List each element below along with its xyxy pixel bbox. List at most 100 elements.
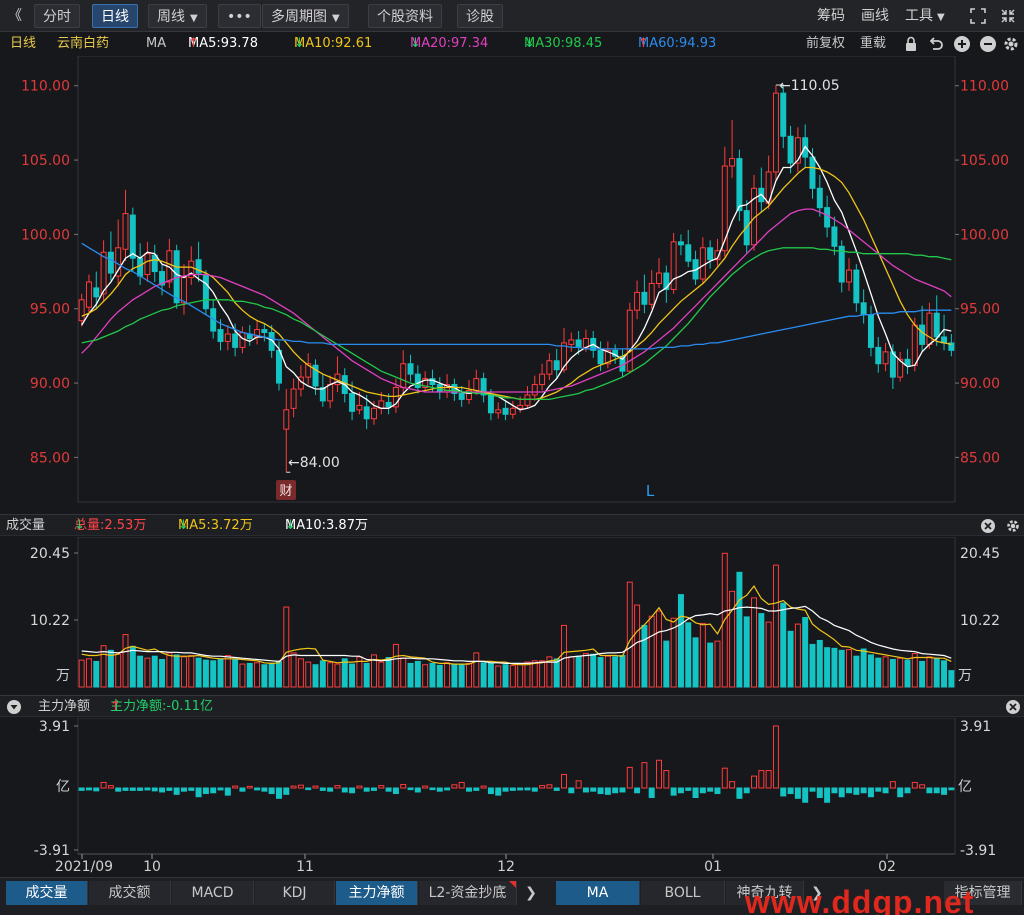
chip-distribution-button[interactable]: 筹码: [817, 4, 845, 28]
volume-bar-up: [166, 652, 173, 688]
more-periods-button[interactable]: •••: [218, 4, 261, 28]
tab-volume[interactable]: 成交量: [6, 881, 88, 905]
collapse-panel-icon[interactable]: [6, 699, 22, 715]
volume-bar-up: [78, 659, 85, 688]
draw-line-button[interactable]: 画线: [861, 4, 889, 28]
candle-up: [327, 384, 334, 402]
tab-macd[interactable]: MACD: [172, 881, 254, 905]
tab-magic-nine[interactable]: 神奇九转: [726, 881, 804, 905]
zoom-in-icon[interactable]: [953, 35, 971, 53]
volume-bar-up: [297, 658, 304, 688]
date-tick-label: 12: [497, 859, 515, 875]
flow-bar-negative: [195, 787, 202, 798]
candle-up: [78, 299, 85, 322]
next-main-tabs-button[interactable]: ❯: [806, 881, 828, 905]
volume-bar-down: [414, 660, 421, 688]
ma-lines: [81, 84, 952, 473]
volume-bar-down: [838, 649, 845, 688]
price-tick-label-left: 90.00: [30, 376, 70, 392]
zoom-out-icon[interactable]: [979, 35, 997, 53]
flow-bar-negative: [385, 787, 392, 792]
flow-tick-label-right: 3.91: [960, 719, 991, 735]
tab-fenshi[interactable]: 分时: [34, 4, 80, 28]
shrink-icon[interactable]: [998, 6, 1018, 26]
candle-up: [290, 388, 297, 409]
price-tick-label-right: 90.00: [960, 376, 1000, 392]
volume-bar-up: [634, 604, 641, 688]
main-capital-flow-chart[interactable]: 3.91 3.91 -3.91 -3.91 亿 亿 2021/09 10 11 12 01 02: [0, 718, 1024, 876]
volume-bar-down: [502, 664, 509, 688]
flow-bar-negative: [634, 787, 641, 794]
volume-chart[interactable]: 20.45 20.45 10.22 10.22 万 万: [0, 537, 1024, 694]
l-marker[interactable]: L: [646, 482, 655, 500]
indicator-name[interactable]: MA: [146, 33, 166, 55]
tab-main-net-flow[interactable]: 主力净额: [336, 881, 418, 905]
chevron-down-icon: ▼: [190, 13, 198, 24]
forward-adjust-button[interactable]: 前复权: [806, 33, 845, 55]
volume-bar-down: [407, 662, 414, 688]
flow-bar-negative: [436, 787, 443, 792]
candle-down: [853, 269, 860, 304]
volume-bar-down: [275, 660, 282, 688]
price-kline-chart[interactable]: 110.00 110.00 105.00 105.00 100.00 100.00 95.0…: [0, 56, 1024, 506]
reload-button[interactable]: 重载: [860, 33, 886, 55]
candle-down: [780, 92, 787, 137]
undo-icon[interactable]: [927, 35, 945, 53]
candle-down: [349, 392, 356, 412]
volume-ma5-text: MA5:3.72万: [178, 518, 253, 533]
tab-l2-bottom-fishing[interactable]: L2-资金抄底: [419, 881, 517, 905]
flow-bar-negative: [612, 787, 619, 794]
tab-ma[interactable]: MA: [556, 881, 640, 905]
volume-bar-down: [736, 571, 743, 688]
volume-bar-up: [699, 622, 706, 688]
flow-bar-negative: [173, 787, 180, 795]
settings-icon[interactable]: [1005, 518, 1021, 534]
indicator-manage-button[interactable]: 指标管理: [944, 881, 1022, 905]
close-icon[interactable]: [980, 518, 996, 534]
lock-icon[interactable]: [902, 35, 920, 53]
flow-bar-negative: [122, 787, 129, 791]
volume-y-axis: 20.45 20.45 10.22 10.22: [30, 546, 1000, 629]
candle-up: [911, 324, 918, 366]
candle-down: [919, 324, 926, 345]
stock-name[interactable]: 云南白药: [57, 33, 109, 55]
flow-bar-positive: [721, 767, 728, 789]
fullscreen-icon[interactable]: [968, 6, 988, 26]
tab-boll[interactable]: BOLL: [641, 881, 725, 905]
candle-down: [202, 274, 209, 310]
close-icon[interactable]: [1005, 699, 1021, 715]
date-x-axis: 2021/09 10 11 12 01 02: [55, 853, 955, 875]
flow-bar-negative: [553, 787, 560, 791]
volume-bar-down: [867, 654, 874, 688]
candle-up: [729, 158, 736, 167]
settings-icon[interactable]: [1002, 35, 1020, 53]
flow-bar-negative: [904, 787, 911, 794]
flow-bar-negative: [217, 787, 224, 791]
volume-title[interactable]: 成交量: [6, 515, 45, 536]
tab-turnover[interactable]: 成交额: [89, 881, 171, 905]
flow-bar-positive: [356, 785, 363, 789]
volume-bar-up: [794, 623, 801, 688]
tab-rixian[interactable]: 日线: [92, 4, 138, 28]
price-ma5-line: [81, 145, 952, 411]
stock-profile-button[interactable]: 个股资料: [368, 4, 442, 28]
tab-zhouxian-dropdown[interactable]: 周线 ▼: [148, 4, 207, 28]
flow-title[interactable]: 主力净额: [38, 696, 90, 717]
flow-bar-negative: [283, 787, 290, 795]
collapse-back-button[interactable]: 《: [8, 4, 22, 28]
multi-period-chart-dropdown[interactable]: 多周期图 ▼: [262, 4, 349, 28]
tools-dropdown[interactable]: 工具 ▼: [905, 4, 945, 28]
tab-kdj[interactable]: KDJ: [255, 881, 335, 905]
finance-report-marker[interactable]: 财: [276, 480, 296, 500]
volume-bar-down: [232, 658, 239, 688]
flow-bar-negative: [137, 787, 144, 791]
volume-bar-down: [743, 616, 750, 688]
ma20-text: MA20:97.34: [410, 36, 489, 51]
candle-down: [933, 312, 940, 338]
flow-value-text: 主力净额:-0.11亿: [110, 699, 214, 714]
diagnose-stock-button[interactable]: 诊股: [457, 4, 503, 28]
volume-bar-down: [677, 594, 684, 688]
next-tabs-button[interactable]: ❯: [520, 881, 542, 905]
flow-bar-negative: [151, 787, 158, 792]
flow-bar-negative: [685, 787, 692, 791]
